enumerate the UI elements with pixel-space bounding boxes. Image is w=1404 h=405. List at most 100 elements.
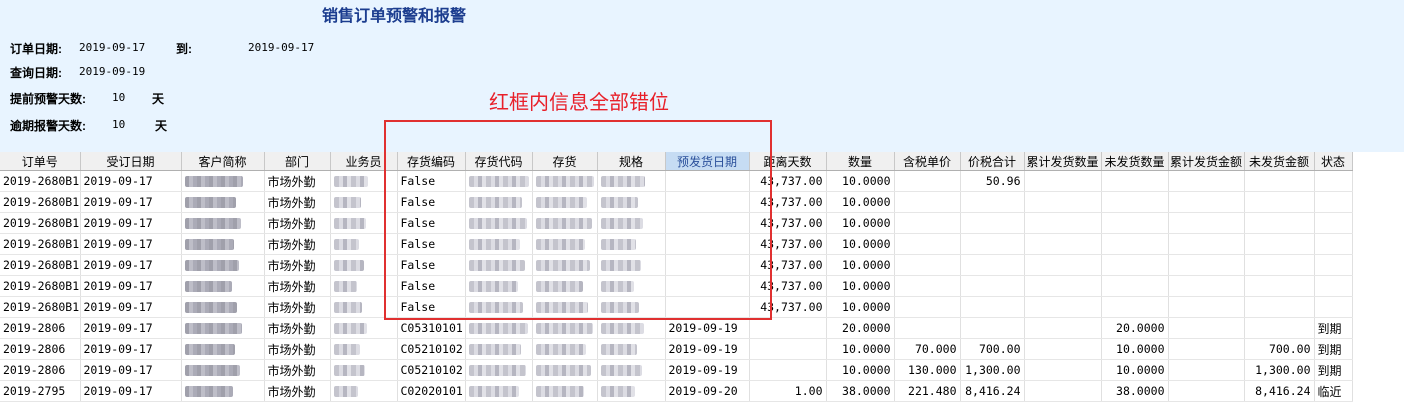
cell-unit-price[interactable]: [894, 233, 961, 255]
cell-salesperson[interactable]: [330, 191, 398, 213]
cell-order-no[interactable]: 2019-2680B1: [0, 296, 81, 318]
cell-status[interactable]: 到期: [1314, 338, 1353, 360]
cell-stock[interactable]: [532, 233, 598, 255]
cell-quantity[interactable]: 10.0000: [826, 296, 895, 318]
cell-order-no[interactable]: 2019-2806: [0, 317, 81, 339]
cell-unshipped-amount[interactable]: [1244, 317, 1315, 339]
cell-department[interactable]: 市场外勤: [264, 233, 331, 255]
column-header-status[interactable]: 状态: [1314, 152, 1353, 171]
cell-distance-days[interactable]: 43,737.00: [749, 212, 827, 234]
cell-customer[interactable]: [181, 275, 265, 297]
cell-order-no[interactable]: 2019-2680B1: [0, 233, 81, 255]
cell-salesperson[interactable]: [330, 359, 398, 381]
cell-unshipped-qty[interactable]: [1101, 233, 1169, 255]
cell-shipped-qty[interactable]: [1024, 191, 1102, 213]
cell-quantity[interactable]: 10.0000: [826, 338, 895, 360]
cell-unit-price[interactable]: [894, 296, 961, 318]
cell-salesperson[interactable]: [330, 233, 398, 255]
column-header-stock-code[interactable]: 存货代码: [465, 152, 533, 171]
cell-status[interactable]: [1314, 296, 1353, 318]
cell-customer[interactable]: [181, 212, 265, 234]
cell-stock[interactable]: [532, 359, 598, 381]
cell-ship-date[interactable]: [665, 233, 750, 255]
cell-item-code[interactable]: C05310101: [397, 317, 466, 339]
cell-total[interactable]: [960, 233, 1025, 255]
cell-unshipped-qty[interactable]: 20.0000: [1101, 317, 1169, 339]
cell-ship-date[interactable]: 2019-09-19: [665, 317, 750, 339]
cell-shipped-qty[interactable]: [1024, 296, 1102, 318]
cell-shipped-qty[interactable]: [1024, 233, 1102, 255]
cell-distance-days[interactable]: [749, 317, 827, 339]
cell-ship-date[interactable]: [665, 254, 750, 276]
cell-status[interactable]: [1314, 275, 1353, 297]
cell-department[interactable]: 市场外勤: [264, 338, 331, 360]
cell-spec[interactable]: [597, 233, 666, 255]
cell-shipped-amount[interactable]: [1168, 254, 1245, 276]
cell-salesperson[interactable]: [330, 317, 398, 339]
table-row[interactable]: 2019-2680B1 2019-09-17 市场外勤 False 43,737.00 1…: [0, 170, 1353, 192]
cell-status[interactable]: 到期: [1314, 359, 1353, 381]
cell-department[interactable]: 市场外勤: [264, 254, 331, 276]
cell-stock[interactable]: [532, 338, 598, 360]
cell-unshipped-amount[interactable]: 700.00: [1244, 338, 1315, 360]
cell-distance-days[interactable]: 43,737.00: [749, 170, 827, 192]
cell-distance-days[interactable]: 43,737.00: [749, 296, 827, 318]
cell-shipped-qty[interactable]: [1024, 317, 1102, 339]
cell-distance-days[interactable]: 43,737.00: [749, 254, 827, 276]
column-header-ship-date[interactable]: 预发货日期: [665, 152, 750, 171]
cell-unshipped-qty[interactable]: [1101, 212, 1169, 234]
cell-spec[interactable]: [597, 359, 666, 381]
cell-shipped-amount[interactable]: [1168, 275, 1245, 297]
column-header-spec[interactable]: 规格: [597, 152, 666, 171]
cell-customer[interactable]: [181, 338, 265, 360]
cell-unit-price[interactable]: [894, 170, 961, 192]
cell-unit-price[interactable]: [894, 191, 961, 213]
cell-department[interactable]: 市场外勤: [264, 212, 331, 234]
column-header-customer[interactable]: 客户简称: [181, 152, 265, 171]
cell-salesperson[interactable]: [330, 275, 398, 297]
table-row[interactable]: 2019-2806 2019-09-17 市场外勤 C05210102 2019-09-…: [0, 338, 1353, 360]
cell-order-date[interactable]: 2019-09-17: [80, 317, 182, 339]
cell-stock-code[interactable]: [465, 254, 533, 276]
cell-quantity[interactable]: 20.0000: [826, 317, 895, 339]
cell-customer[interactable]: [181, 254, 265, 276]
cell-ship-date[interactable]: 2019-09-20: [665, 380, 750, 402]
cell-item-code[interactable]: C02020101: [397, 380, 466, 402]
cell-item-code[interactable]: False: [397, 275, 466, 297]
cell-unit-price[interactable]: [894, 254, 961, 276]
column-header-order-date[interactable]: 受订日期: [80, 152, 182, 171]
cell-order-no[interactable]: 2019-2806: [0, 338, 81, 360]
cell-stock-code[interactable]: [465, 212, 533, 234]
cell-stock-code[interactable]: [465, 296, 533, 318]
column-header-total[interactable]: 价税合计: [960, 152, 1025, 171]
cell-shipped-qty[interactable]: [1024, 338, 1102, 360]
table-row[interactable]: 2019-2680B1 2019-09-17 市场外勤 False 43,737.00 1…: [0, 275, 1353, 297]
cell-total[interactable]: [960, 191, 1025, 213]
cell-shipped-qty[interactable]: [1024, 212, 1102, 234]
cell-order-no[interactable]: 2019-2680B1: [0, 212, 81, 234]
cell-order-no[interactable]: 2019-2680B1: [0, 275, 81, 297]
cell-shipped-amount[interactable]: [1168, 359, 1245, 381]
cell-total[interactable]: [960, 296, 1025, 318]
cell-unshipped-amount[interactable]: [1244, 275, 1315, 297]
cell-item-code[interactable]: C05210102: [397, 338, 466, 360]
cell-stock[interactable]: [532, 317, 598, 339]
cell-status[interactable]: [1314, 212, 1353, 234]
cell-salesperson[interactable]: [330, 254, 398, 276]
cell-status[interactable]: [1314, 170, 1353, 192]
column-header-shipped-amount[interactable]: 累计发货金额: [1168, 152, 1245, 171]
cell-quantity[interactable]: 38.0000: [826, 380, 895, 402]
cell-spec[interactable]: [597, 254, 666, 276]
cell-customer[interactable]: [181, 380, 265, 402]
cell-stock[interactable]: [532, 380, 598, 402]
cell-quantity[interactable]: 10.0000: [826, 212, 895, 234]
column-header-unshipped-amount[interactable]: 未发货金额: [1244, 152, 1315, 171]
cell-unshipped-qty[interactable]: 10.0000: [1101, 338, 1169, 360]
cell-stock-code[interactable]: [465, 338, 533, 360]
cell-stock-code[interactable]: [465, 191, 533, 213]
cell-unshipped-amount[interactable]: [1244, 233, 1315, 255]
column-header-quantity[interactable]: 数量: [826, 152, 895, 171]
column-header-distance-days[interactable]: 距离天数: [749, 152, 827, 171]
cell-total[interactable]: [960, 212, 1025, 234]
cell-unshipped-qty[interactable]: [1101, 170, 1169, 192]
